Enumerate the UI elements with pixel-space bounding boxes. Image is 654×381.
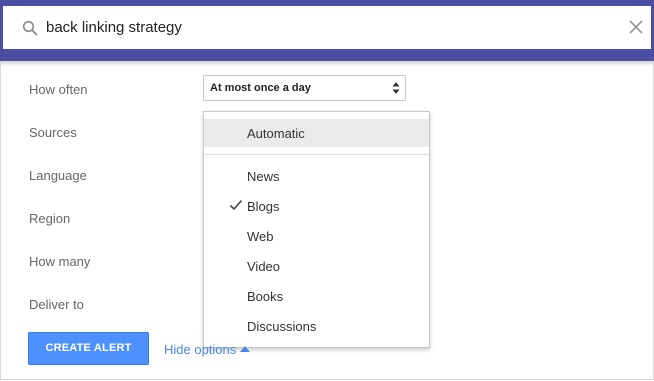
- menu-item-blogs[interactable]: Blogs: [204, 192, 429, 220]
- label-deliver-to: Deliver to: [29, 297, 84, 312]
- menu-item-label: Web: [247, 229, 274, 244]
- how-often-select[interactable]: At most once a day: [203, 75, 406, 101]
- menu-item-label: News: [247, 169, 280, 184]
- caret-up-icon[interactable]: [240, 346, 250, 352]
- search-box[interactable]: back linking strategy: [3, 6, 651, 49]
- menu-item-video[interactable]: Video: [204, 252, 429, 280]
- menu-item-label: Discussions: [247, 319, 317, 334]
- search-query-text[interactable]: back linking strategy: [46, 19, 182, 36]
- label-language: Language: [29, 168, 87, 183]
- label-sources: Sources: [29, 125, 77, 140]
- create-alert-button[interactable]: CREATE ALERT: [28, 332, 149, 365]
- search-icon: [22, 20, 38, 36]
- sources-dropdown-menu: Automatic News Blogs Web Video Books Dis…: [203, 111, 430, 348]
- menu-item-label: Blogs: [247, 199, 280, 214]
- menu-item-web[interactable]: Web: [204, 222, 429, 250]
- select-arrows-icon: [392, 82, 400, 94]
- how-often-value: At most once a day: [210, 82, 311, 94]
- menu-divider: [204, 154, 429, 155]
- menu-item-discussions[interactable]: Discussions: [204, 312, 429, 340]
- label-how-many: How many: [29, 254, 91, 269]
- header-shadow: [0, 61, 654, 66]
- search-header: back linking strategy: [0, 0, 654, 61]
- check-icon: [229, 199, 243, 211]
- menu-item-label: Video: [247, 259, 281, 274]
- label-region: Region: [29, 211, 71, 226]
- close-icon[interactable]: [627, 18, 645, 36]
- menu-item-books[interactable]: Books: [204, 282, 429, 310]
- label-how-often: How often: [29, 82, 88, 97]
- menu-item-label: Automatic: [247, 126, 305, 141]
- menu-item-news[interactable]: News: [204, 162, 429, 190]
- menu-item-automatic[interactable]: Automatic: [204, 119, 429, 147]
- menu-item-label: Books: [247, 289, 284, 304]
- hide-options-link[interactable]: Hide options: [164, 342, 236, 357]
